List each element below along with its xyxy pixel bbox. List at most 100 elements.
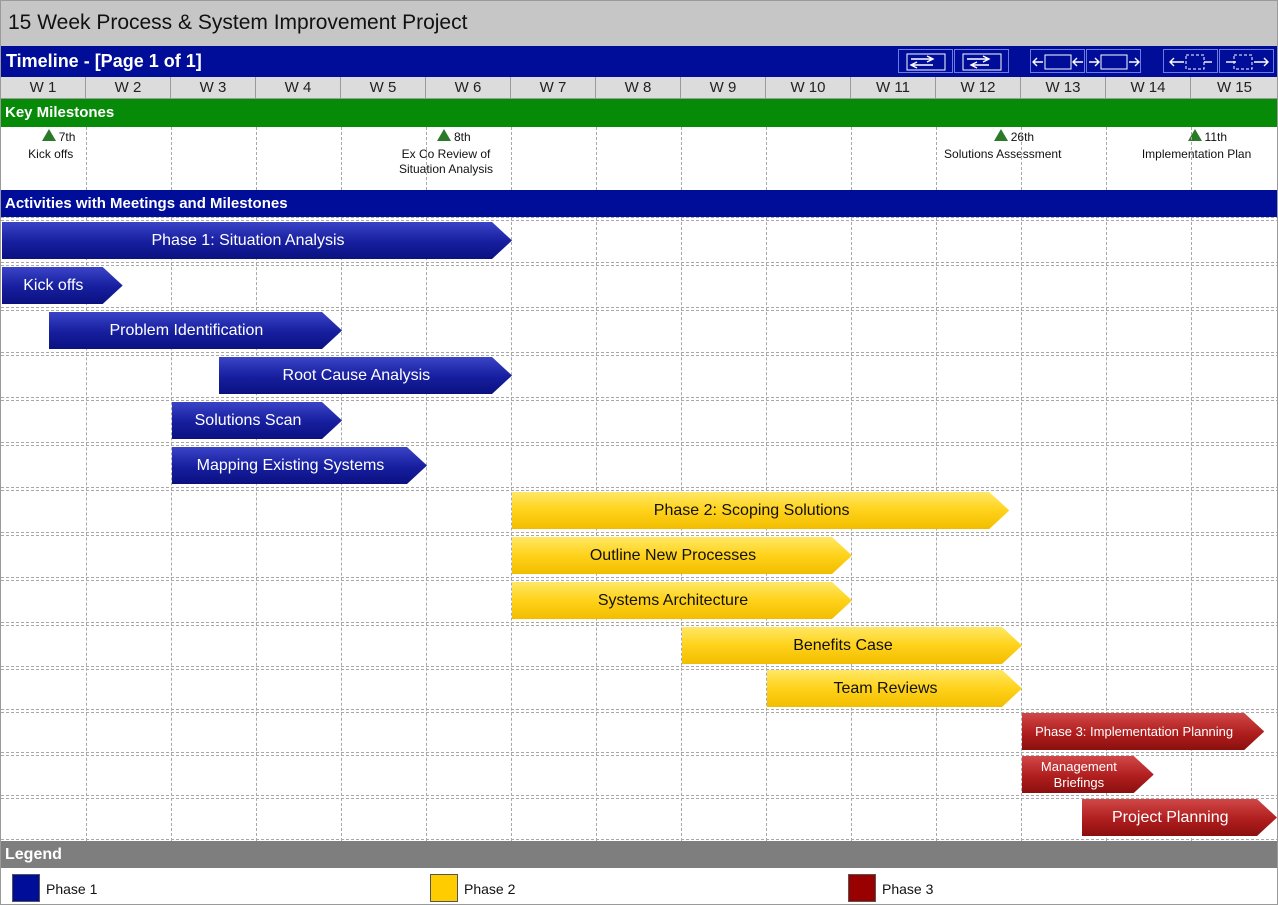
gantt-bar-label: Benefits Case (793, 636, 893, 654)
milestone-triangle-icon[interactable] (993, 129, 1008, 141)
gantt-bar-label: Mapping Existing Systems (196, 456, 385, 474)
week-label: W 5 (341, 77, 426, 99)
grid-line (1, 355, 1277, 356)
gantt-bar[interactable]: Problem Identification (49, 312, 342, 349)
milestone-label: Implementation Plan (1141, 147, 1252, 161)
milestone-label: Solutions Assessment (944, 147, 1062, 161)
grid-line (936, 127, 937, 190)
week-label: W 9 (681, 77, 766, 99)
project-title: 15 Week Process & System Improvement Pro… (8, 11, 468, 34)
grid-line (1, 839, 1277, 840)
scroll-page-back-icon (962, 53, 1002, 71)
grid-line (1, 625, 1277, 626)
grid-line (1, 755, 1277, 756)
gantt-bar-label: Outline New Processes (589, 546, 757, 564)
grid-line (341, 127, 342, 190)
grid-line (1, 666, 1277, 667)
gantt-chart-window: 15 Week Process & System Improvement Pro… (0, 0, 1278, 905)
grid-line (1, 310, 1277, 311)
week-header: W 1W 2W 3W 4W 5W 6W 7W 8W 9W 10 W 11 W 12 W… (1, 77, 1277, 99)
gantt-bar[interactable]: Root Cause Analysis (219, 357, 512, 394)
week-label: W 6 (426, 77, 511, 99)
gantt-bar-label: Kick offs (23, 276, 84, 294)
week-label: W 3 (171, 77, 256, 99)
gantt-bar[interactable]: Outline New Processes (512, 537, 852, 574)
grid-line (1021, 127, 1022, 190)
scroll-page-back-button[interactable] (954, 49, 1009, 73)
grid-line (766, 127, 767, 190)
week-label: W 1 (1, 77, 86, 99)
grid-line (1, 622, 1277, 623)
grid-line (256, 127, 257, 190)
gantt-bar[interactable]: Benefits Case (682, 627, 1022, 664)
week-label: W 7 (511, 77, 596, 99)
gantt-bar[interactable]: Kick offs (2, 267, 123, 304)
grid-line (426, 127, 427, 190)
gantt-bar[interactable]: Management Briefings (1022, 756, 1154, 793)
week-label: W 2 (86, 77, 171, 99)
gantt-bar-label: Team Reviews (833, 679, 938, 697)
scroll-page-icon (906, 53, 946, 71)
grid-line (1, 490, 1277, 491)
week-label: W 14 (1106, 77, 1191, 99)
milestone-triangle-icon[interactable] (1187, 129, 1202, 141)
grid-line (1, 795, 1277, 796)
fit-left-icon (1169, 54, 1212, 70)
grid-line (1, 709, 1277, 710)
grid-line (1, 487, 1277, 488)
week-label: W 15 (1191, 77, 1277, 99)
milestone-date: 11th (1204, 130, 1228, 144)
gantt-bar[interactable]: Systems Architecture (512, 582, 852, 619)
legend-label: Phase 1 (46, 881, 98, 897)
collapse-icon (1032, 54, 1083, 70)
grid-line (1, 712, 1277, 713)
gantt-bar[interactable]: Phase 2: Scoping Solutions (512, 492, 1009, 529)
milestone-label: Ex Co Review of Situation Analysis (398, 147, 494, 176)
grid-line (1, 798, 1277, 799)
grid-line (171, 127, 172, 190)
milestone-triangle-icon[interactable] (437, 129, 451, 141)
gantt-bar-label: Phase 1: Situation Analysis (151, 231, 345, 249)
grid-line (681, 127, 682, 190)
grid-line (1, 532, 1277, 533)
legend-swatch (12, 874, 40, 902)
week-label: W 13 (1021, 77, 1106, 99)
grid-line (596, 127, 597, 190)
milestone-date: 26th (1010, 130, 1035, 144)
gantt-bar[interactable]: Solutions Scan (172, 402, 342, 439)
timeline-label: Timeline - [Page 1 of 1] (6, 51, 202, 71)
gantt-bar-label: Phase 3: Implementation Planning (1035, 723, 1234, 739)
grid-line (1, 752, 1277, 753)
scroll-page-button[interactable] (898, 49, 953, 73)
expand-button[interactable] (1086, 49, 1141, 73)
gantt-bar[interactable]: Phase 3: Implementation Planning (1022, 713, 1264, 750)
grid-line (1, 535, 1277, 536)
gantt-bar[interactable]: Team Reviews (767, 670, 1022, 707)
grid-line (1, 669, 1277, 670)
grid-line (1, 307, 1277, 308)
week-label: W 10 (766, 77, 851, 99)
week-label: W 8 (596, 77, 681, 99)
collapse-button[interactable] (1030, 49, 1085, 73)
grid-line (1, 397, 1277, 398)
milestone-label: Kick offs (28, 147, 74, 161)
gantt-bar[interactable]: Phase 1: Situation Analysis (2, 222, 512, 259)
legend-swatch (430, 874, 458, 902)
week-label: W 4 (256, 77, 341, 99)
milestone-triangle-icon[interactable] (41, 129, 56, 141)
grid-line (1, 442, 1277, 443)
grid-line (1, 445, 1277, 446)
title-bar: 15 Week Process & System Improvement Pro… (1, 1, 1277, 46)
grid-line (1, 220, 1277, 221)
fit-left-button[interactable] (1163, 49, 1218, 73)
gantt-bar[interactable]: Project Planning (1082, 799, 1278, 836)
activities-heading: Activities with Meetings and Milestones (1, 190, 1277, 217)
grid-line (511, 127, 512, 190)
grid-line (851, 127, 852, 190)
grid-line (1106, 127, 1107, 190)
milestones-heading: Key Milestones (1, 99, 1277, 127)
gantt-bar[interactable]: Mapping Existing Systems (172, 447, 427, 484)
fit-right-button[interactable] (1219, 49, 1274, 73)
legend-heading: Legend (1, 841, 1277, 868)
grid-line (1, 352, 1277, 353)
